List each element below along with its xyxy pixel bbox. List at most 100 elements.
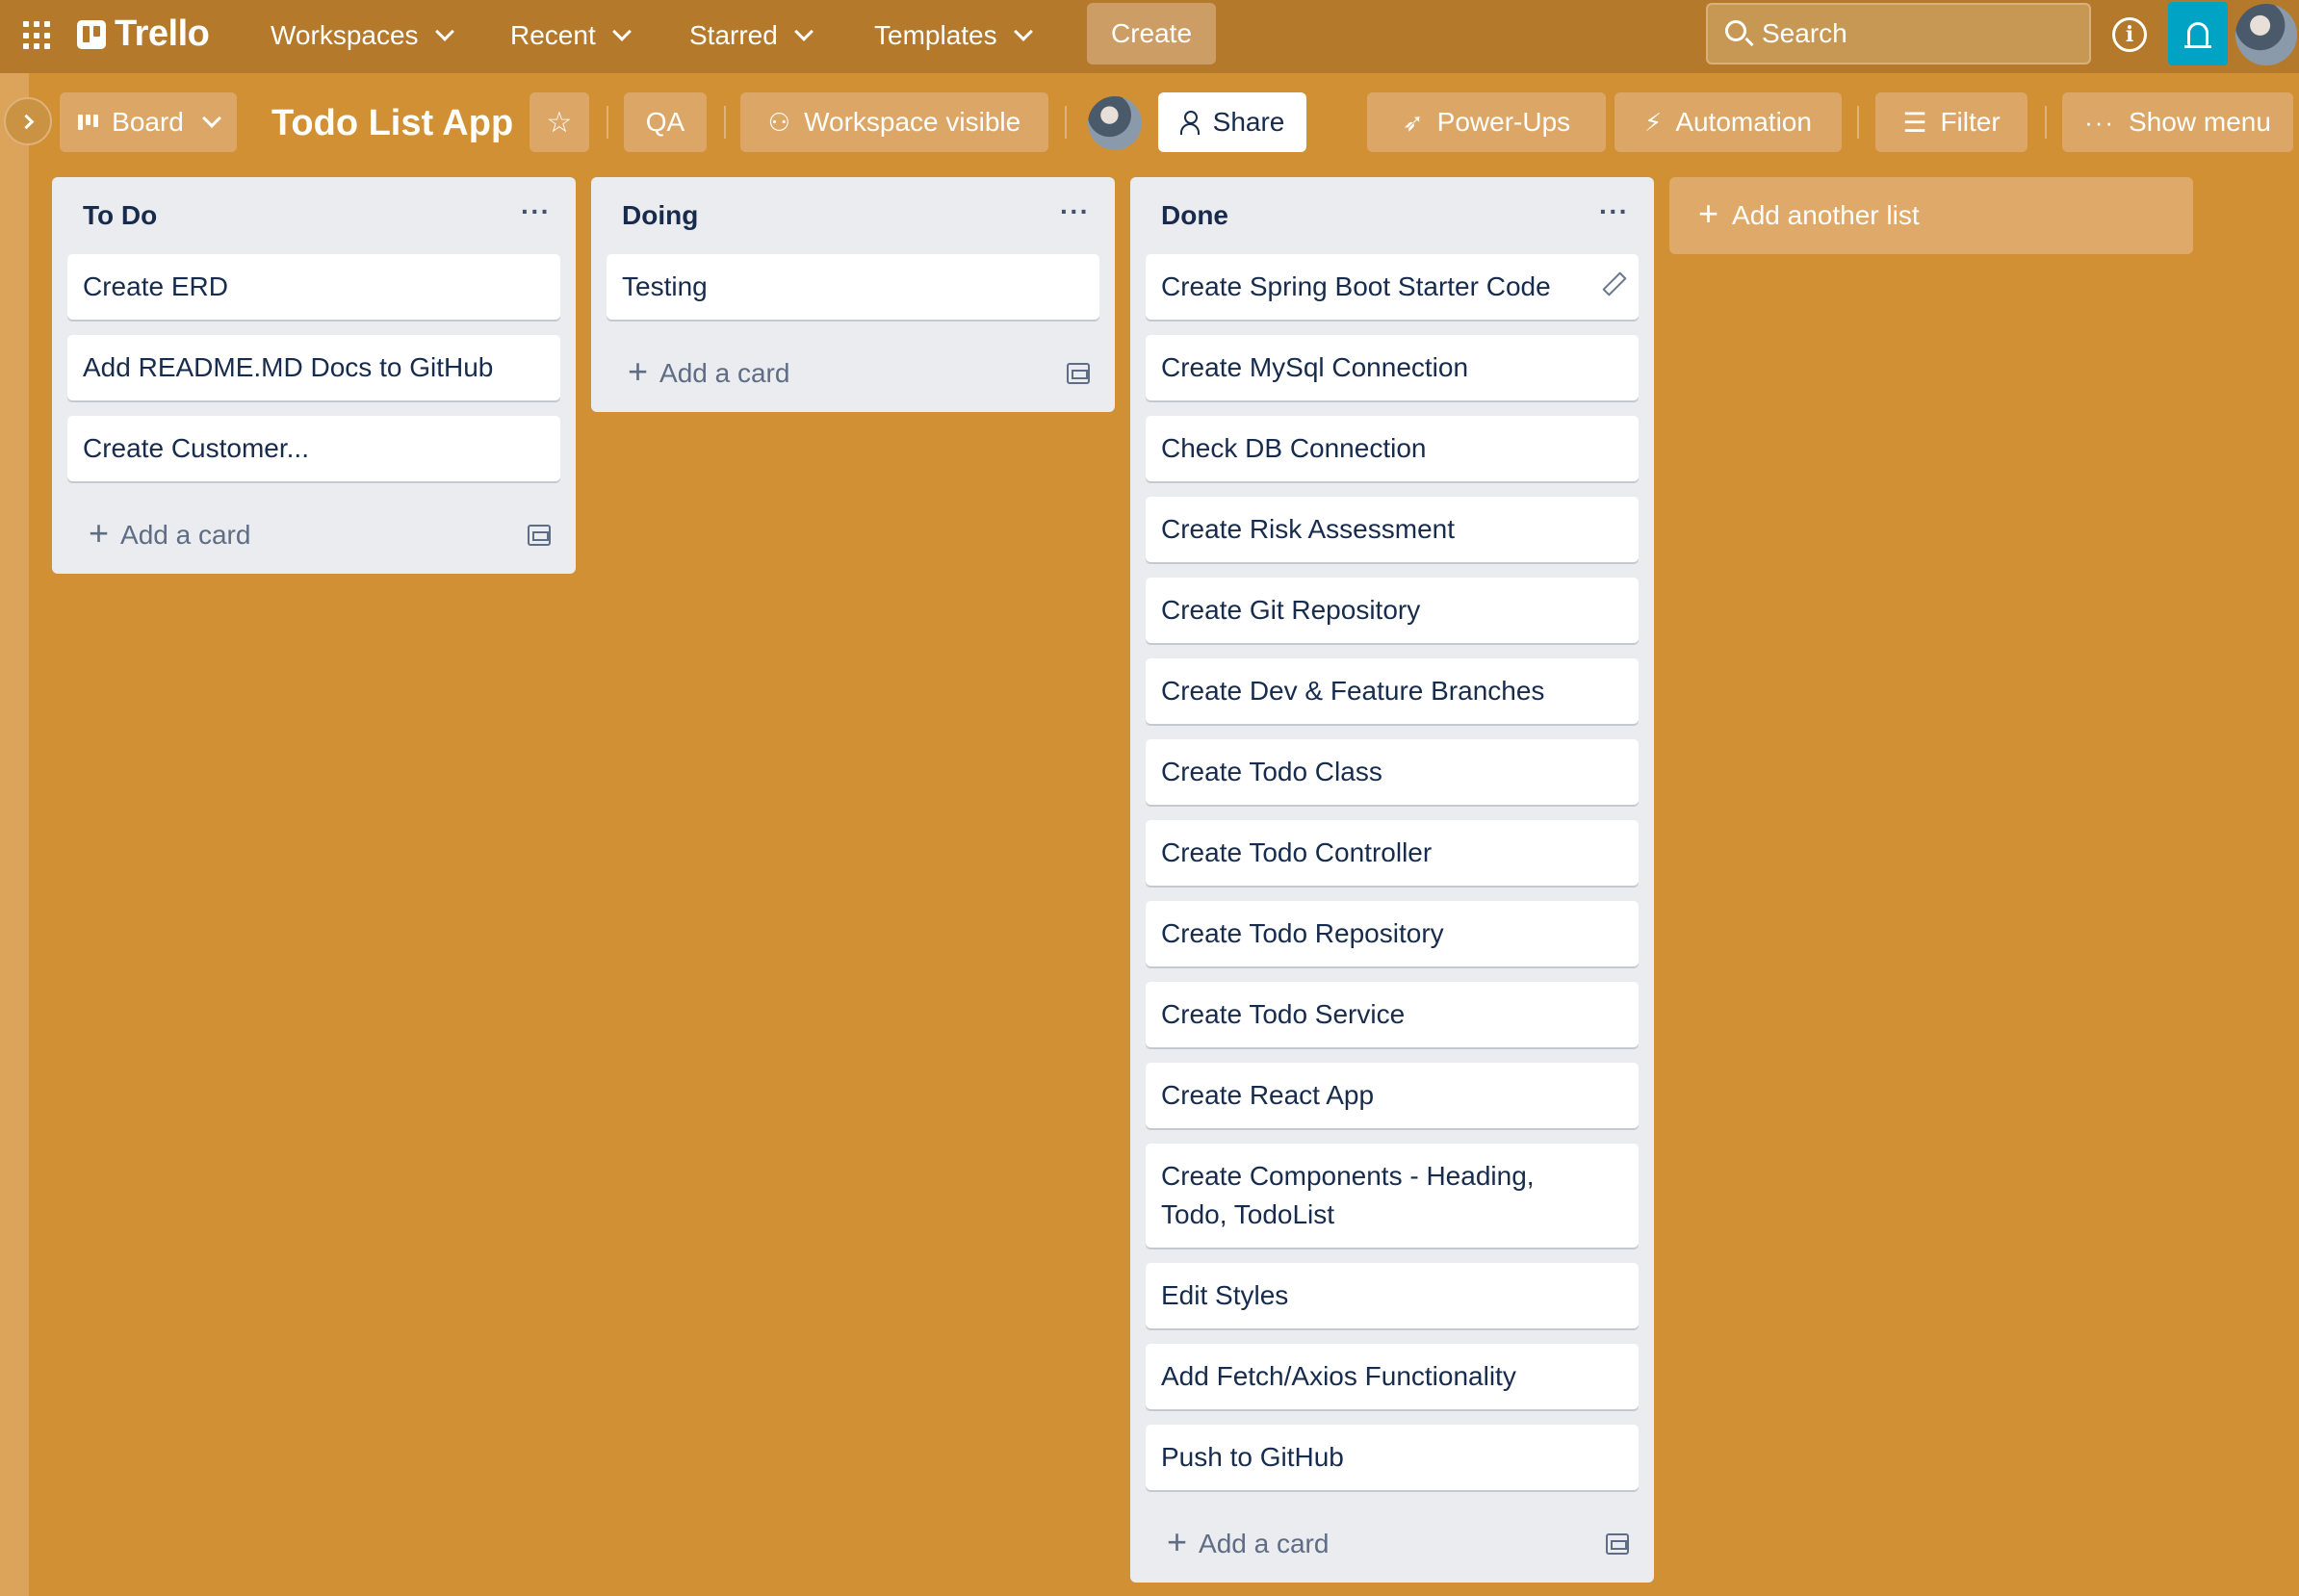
rocket-icon: ➶ xyxy=(1402,107,1424,137)
nav-starred-label: Starred xyxy=(689,20,778,50)
filter-icon: ☰ xyxy=(1902,107,1927,138)
board-view-switcher[interactable]: Board xyxy=(60,92,237,152)
card[interactable]: Check DB Connection xyxy=(1146,416,1639,481)
card-template-icon[interactable] xyxy=(528,525,551,546)
card[interactable]: Create Customer... xyxy=(67,416,560,481)
search-placeholder: Search xyxy=(1762,18,1847,48)
bell-icon xyxy=(2184,22,2211,48)
power-ups-label: Power-Ups xyxy=(1436,107,1571,137)
user-avatar[interactable] xyxy=(2235,4,2297,65)
workspace-qa-button[interactable]: QA xyxy=(624,92,707,152)
plus-icon: + xyxy=(628,351,649,391)
logo-text: Trello xyxy=(115,13,210,54)
list-menu-icon[interactable]: ··· xyxy=(521,196,551,227)
member-avatar[interactable] xyxy=(1088,96,1142,150)
add-card-label: Add a card xyxy=(659,358,790,388)
list-menu-icon[interactable]: ··· xyxy=(1599,196,1629,227)
nav-workspaces-label: Workspaces xyxy=(271,20,419,50)
nav-recent[interactable]: Recent xyxy=(510,13,632,58)
list-title[interactable]: Doing xyxy=(622,200,698,231)
plus-icon: + xyxy=(1698,193,1719,233)
filter-button[interactable]: ☰ Filter xyxy=(1875,92,2028,152)
header-divider xyxy=(607,106,608,139)
card[interactable]: Add README.MD Docs to GitHub xyxy=(67,335,560,400)
list-title[interactable]: Done xyxy=(1161,200,1228,231)
list-menu-icon[interactable]: ··· xyxy=(1060,196,1090,227)
card[interactable]: Create Components - Heading, Todo, TodoL… xyxy=(1146,1144,1639,1248)
people-icon: ⚇ xyxy=(767,107,791,137)
search-icon xyxy=(1725,20,1746,41)
search-input[interactable]: Search xyxy=(1706,3,2091,64)
star-board-button[interactable]: ☆ xyxy=(530,92,589,152)
share-button[interactable]: Share xyxy=(1158,92,1306,152)
card[interactable]: Add Fetch/Axios Functionality xyxy=(1146,1344,1639,1409)
visibility-button[interactable]: ⚇ Workspace visible xyxy=(740,92,1048,152)
trello-logo[interactable]: Trello xyxy=(77,13,210,55)
chevron-down-icon xyxy=(434,22,454,41)
notifications-button[interactable] xyxy=(2168,2,2228,65)
list-header: Done ··· xyxy=(1146,177,1639,254)
card[interactable]: Create Todo Repository xyxy=(1146,901,1639,966)
add-card-button[interactable]: + Add a card xyxy=(1146,1506,1639,1583)
list-header: To Do ··· xyxy=(67,177,560,254)
add-card-label: Add a card xyxy=(120,520,251,550)
add-card-button[interactable]: + Add a card xyxy=(67,497,560,574)
more-icon: ··· xyxy=(2084,107,2116,137)
trello-logo-icon xyxy=(77,19,106,49)
plus-icon: + xyxy=(89,513,110,553)
add-person-icon xyxy=(1179,111,1201,135)
card[interactable]: Create Todo Service xyxy=(1146,982,1639,1047)
card[interactable]: Create Todo Controller xyxy=(1146,820,1639,886)
card-template-icon[interactable] xyxy=(1067,363,1090,384)
add-card-button[interactable]: + Add a card xyxy=(607,335,1099,412)
visibility-label: Workspace visible xyxy=(804,107,1021,137)
card[interactable]: Push to GitHub xyxy=(1146,1425,1639,1490)
show-menu-button[interactable]: ··· Show menu xyxy=(2062,92,2293,152)
card[interactable]: Create Git Repository xyxy=(1146,578,1639,643)
filter-label: Filter xyxy=(1940,107,2001,137)
card[interactable]: Create Dev & Feature Branches xyxy=(1146,658,1639,724)
card[interactable]: Create Risk Assessment xyxy=(1146,497,1639,562)
header-divider xyxy=(1065,106,1067,139)
apps-grid-icon[interactable] xyxy=(23,21,52,50)
card[interactable]: Edit Styles xyxy=(1146,1263,1639,1328)
nav-recent-label: Recent xyxy=(510,20,596,50)
list-header: Doing ··· xyxy=(607,177,1099,254)
nav-workspaces[interactable]: Workspaces xyxy=(271,13,454,58)
card[interactable]: Testing xyxy=(607,254,1099,320)
chevron-down-icon xyxy=(793,22,814,41)
card[interactable]: Create MySql Connection xyxy=(1146,335,1639,400)
star-icon: ☆ xyxy=(546,106,573,139)
board-view-icon xyxy=(78,115,99,130)
board-view-label: Board xyxy=(112,107,184,137)
chevron-down-icon xyxy=(1013,22,1033,41)
add-list-button[interactable]: + Add another list xyxy=(1669,177,2193,254)
card[interactable]: Create Todo Class xyxy=(1146,739,1639,805)
sidebar-expand-button[interactable] xyxy=(4,97,52,145)
chevron-down-icon xyxy=(201,109,221,128)
card[interactable]: Create Spring Boot Starter Code xyxy=(1146,254,1639,320)
share-label: Share xyxy=(1212,107,1285,137)
power-ups-button[interactable]: ➶ Power-Ups xyxy=(1367,92,1606,152)
lightning-icon: ⚡ xyxy=(1644,107,1663,137)
nav-templates-label: Templates xyxy=(874,20,997,50)
board-title[interactable]: Todo List App xyxy=(271,96,513,150)
pencil-icon[interactable] xyxy=(1604,273,1621,291)
card[interactable]: Create React App xyxy=(1146,1063,1639,1128)
create-button[interactable]: Create xyxy=(1087,3,1216,64)
list-doing: Doing ··· Testing + Add a card xyxy=(591,177,1115,412)
header-divider xyxy=(724,106,726,139)
info-icon[interactable]: i xyxy=(2112,17,2147,52)
nav-templates[interactable]: Templates xyxy=(874,13,1033,58)
nav-starred[interactable]: Starred xyxy=(689,13,814,58)
plus-icon: + xyxy=(1167,1522,1188,1561)
automation-button[interactable]: ⚡ Automation xyxy=(1614,92,1842,152)
add-card-label: Add a card xyxy=(1199,1529,1330,1558)
card[interactable]: Create ERD xyxy=(67,254,560,320)
card-title: Create Spring Boot Starter Code xyxy=(1161,271,1551,301)
list-title[interactable]: To Do xyxy=(83,200,157,231)
card-template-icon[interactable] xyxy=(1606,1533,1629,1555)
automation-label: Automation xyxy=(1675,107,1812,137)
list-done: Done ··· Create Spring Boot Starter Code… xyxy=(1130,177,1654,1583)
chevron-right-icon xyxy=(18,114,34,129)
